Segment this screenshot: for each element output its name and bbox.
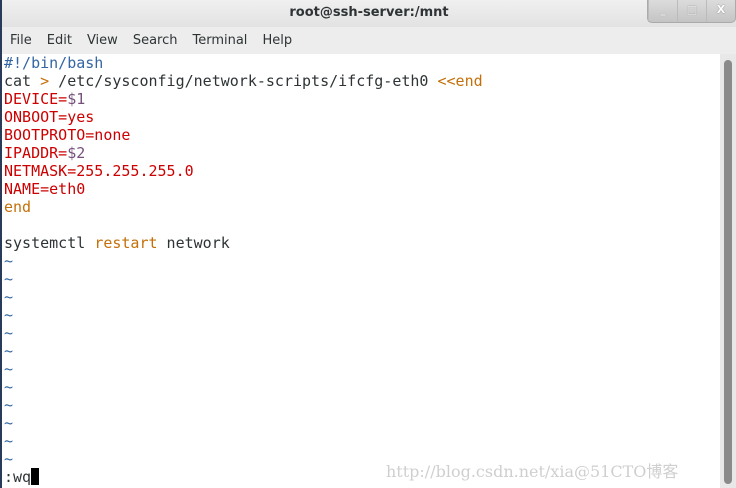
cat-command: cat [4,72,32,90]
editor-line: ONBOOT=yes [4,108,95,126]
device-key: DEVICE= [4,90,68,108]
editor-line: BOOTPROTO=none [4,126,131,144]
menu-terminal[interactable]: Terminal [192,33,247,48]
tilde-line: ~ [4,378,14,396]
menu-bar: File Edit View Search Terminal Help [0,27,736,54]
tilde-line: ~ [4,306,14,324]
editor-line: cat > /etc/sysconfig/network-scripts/ifc… [4,72,720,90]
close-button[interactable]: X [706,0,735,22]
maximize-button[interactable]: □ [677,0,706,22]
editor-line-empty [4,216,720,234]
tilde-line: ~ [4,396,14,414]
tilde-line: ~ [4,288,14,306]
minimize-button[interactable]: _ [648,0,677,22]
device-val: $1 [67,90,86,108]
menu-help[interactable]: Help [262,33,292,48]
menu-search[interactable]: Search [133,33,178,48]
editor-line: systemctl restart network [4,234,720,252]
editor-line: #!/bin/bash [4,54,104,72]
redirect: > [40,72,50,90]
ipaddr-key: IPADDR= [4,144,68,162]
editor-line: NAME=eth0 [4,180,86,198]
editor-line: IPADDR=$2 [4,144,720,162]
tilde-line: ~ [4,252,14,270]
tilde-line: ~ [4,414,14,432]
menu-view[interactable]: View [87,33,118,48]
window-controls: _ □ X [647,0,736,23]
tilde-line: ~ [4,324,14,342]
command-text: :wq [4,468,32,486]
restart: restart [94,234,158,252]
network: network [157,234,230,252]
tilde-line: ~ [4,360,14,378]
scrollbar[interactable] [720,54,736,488]
editor-line: DEVICE=$1 [4,90,720,108]
systemctl: systemctl [4,234,95,252]
ipaddr-val: $2 [67,144,86,162]
scrollbar-thumb[interactable] [724,60,732,484]
tilde-line: ~ [4,432,14,450]
window-title: root@ssh-server:/mnt [289,5,449,20]
title-bar: root@ssh-server:/mnt _ □ X [0,0,736,27]
cursor [31,468,40,485]
tilde-line: ~ [4,342,14,360]
tilde-line: ~ [4,270,14,288]
editor-line: NETMASK=255.255.255.0 [4,162,194,180]
editor-line: end [4,198,32,216]
watermark: http://blog.csdn.net/xia@51CTO博客 [386,462,679,481]
file-path: /etc/sysconfig/network-scripts/ifcfg-eth… [49,72,438,90]
menu-file[interactable]: File [10,33,32,48]
menu-edit[interactable]: Edit [47,33,72,48]
terminal-area[interactable]: #!/bin/bash cat > /etc/sysconfig/network… [0,54,720,488]
heredoc: <<end [437,72,483,90]
